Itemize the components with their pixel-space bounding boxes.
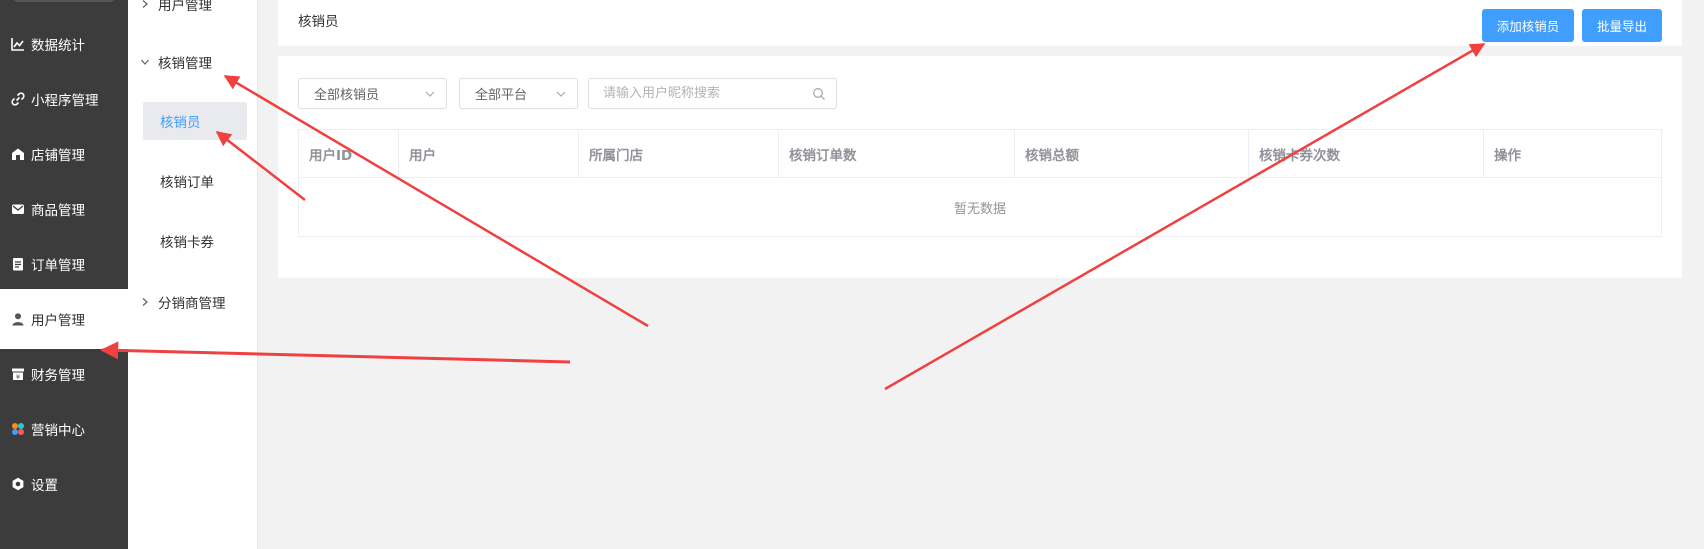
verifier-list-panel: 全部核销员 全部平台 用户ID 用户 所属门店 核销订单数 核销总额 核销卡券次… — [278, 56, 1682, 278]
verifier-table: 用户ID 用户 所属门店 核销订单数 核销总额 核销卡券次数 操作 暂无数据 — [298, 129, 1662, 237]
gear-icon — [10, 476, 26, 492]
logo-placeholder — [14, 0, 114, 2]
page-title: 核销员 — [298, 14, 339, 30]
submenu-group-label: 分销商管理 — [158, 296, 226, 312]
nickname-search-box — [588, 78, 837, 109]
submenu-item-label: 核销订单 — [160, 175, 214, 191]
column-header-coupon-count: 核销卡券次数 — [1249, 130, 1484, 178]
sidebar-item-users[interactable]: 用户管理 — [0, 289, 128, 349]
line-chart-icon — [10, 36, 26, 52]
submenu-group-label: 用户管理 — [158, 0, 212, 14]
svg-text:¥: ¥ — [16, 373, 20, 381]
column-header-user-id: 用户ID — [299, 130, 399, 178]
sidebar-item-settings[interactable]: 设置 — [0, 454, 128, 514]
sidebar-item-miniprogram[interactable]: 小程序管理 — [0, 69, 128, 129]
store-icon — [10, 146, 26, 162]
chevron-right-icon — [140, 296, 152, 308]
table-header: 用户ID 用户 所属门店 核销订单数 核销总额 核销卡券次数 操作 — [299, 130, 1661, 178]
chevron-down-icon — [555, 88, 567, 100]
finance-icon: ¥ — [10, 366, 26, 382]
chevron-down-icon — [424, 88, 436, 100]
sidebar-item-marketing[interactable]: 营销中心 — [0, 399, 128, 459]
submenu-item-label: 核销员 — [160, 115, 201, 131]
nickname-search-input[interactable] — [589, 79, 799, 108]
page-header: 核销员 添加核销员 批量导出 — [278, 0, 1682, 46]
platform-select[interactable]: 全部平台 — [459, 78, 578, 109]
envelope-icon — [10, 201, 26, 217]
column-header-user: 用户 — [399, 130, 579, 178]
chevron-right-icon — [140, 0, 152, 10]
sidebar-item-label: 小程序管理 — [31, 93, 99, 109]
submenu-group-distributor[interactable]: 分销商管理 — [128, 282, 258, 322]
sidebar-item-label: 用户管理 — [31, 313, 85, 329]
sidebar-item-label: 商品管理 — [31, 203, 85, 219]
empty-state-text: 暂无数据 — [953, 201, 1006, 217]
main-sidebar: 数据统计 小程序管理 店铺管理 商品管理 订单管理 用户管理 ¥ 财务管理 营销… — [0, 0, 128, 549]
chevron-down-icon — [140, 56, 152, 68]
column-header-store: 所属门店 — [579, 130, 779, 178]
verifier-select[interactable]: 全部核销员 — [298, 78, 447, 109]
platform-select-value: 全部平台 — [475, 88, 528, 103]
sidebar-item-label: 营销中心 — [31, 423, 85, 439]
submenu-group-label: 核销管理 — [158, 56, 212, 72]
sidebar-item-products[interactable]: 商品管理 — [0, 179, 128, 239]
sidebar-item-label: 订单管理 — [31, 258, 85, 274]
submenu-item-label: 核销卡券 — [160, 235, 214, 251]
sidebar-item-label: 设置 — [31, 478, 58, 494]
sidebar-item-store[interactable]: 店铺管理 — [0, 124, 128, 184]
marketing-icon — [10, 421, 26, 437]
column-header-actions: 操作 — [1494, 148, 1521, 164]
column-header-total-amount: 核销总额 — [1015, 130, 1249, 178]
submenu-group-user[interactable]: 用户管理 — [128, 0, 258, 24]
user-management-submenu: 用户管理 核销管理 核销员 核销订单 核销卡券 分销商管理 — [128, 0, 258, 549]
submenu-item-verification-orders[interactable]: 核销订单 — [143, 162, 247, 200]
link-icon — [10, 91, 26, 107]
add-verifier-button[interactable]: 添加核销员 — [1482, 9, 1574, 42]
column-header-order-count: 核销订单数 — [779, 130, 1015, 178]
sidebar-item-label: 数据统计 — [31, 38, 85, 54]
sidebar-item-statistics[interactable]: 数据统计 — [0, 14, 128, 74]
search-icon[interactable] — [812, 87, 826, 101]
submenu-item-verifier[interactable]: 核销员 — [143, 102, 247, 140]
sidebar-item-label: 店铺管理 — [31, 148, 85, 164]
submenu-item-verification-coupons[interactable]: 核销卡券 — [143, 222, 247, 260]
batch-export-button[interactable]: 批量导出 — [1582, 9, 1662, 42]
clipboard-icon — [10, 256, 26, 272]
submenu-group-verification[interactable]: 核销管理 — [128, 42, 258, 82]
sidebar-item-label: 财务管理 — [31, 368, 85, 384]
sidebar-item-finance[interactable]: ¥ 财务管理 — [0, 344, 128, 404]
verifier-select-value: 全部核销员 — [314, 88, 380, 103]
user-icon — [10, 311, 26, 327]
sidebar-item-orders[interactable]: 订单管理 — [0, 234, 128, 294]
